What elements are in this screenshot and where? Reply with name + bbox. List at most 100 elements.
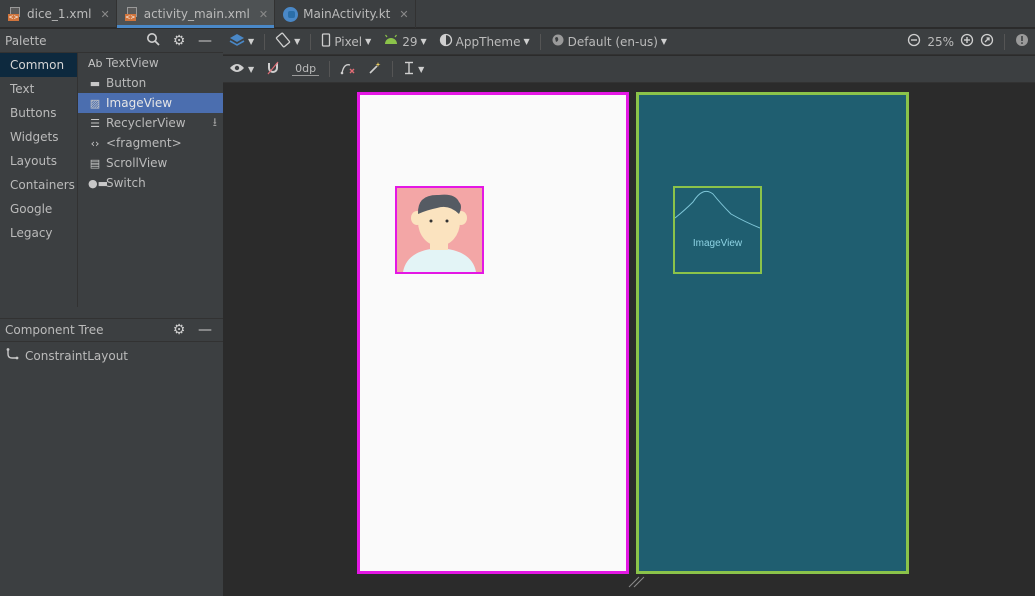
zoom-out-icon[interactable]	[907, 33, 921, 50]
widget-switch[interactable]: ●▬ Switch	[78, 173, 223, 193]
imageview-avatar[interactable]	[395, 186, 484, 274]
palette-header: Palette ⚙ —	[0, 29, 223, 53]
warnings-button[interactable]	[1009, 29, 1035, 54]
clear-constraints-icon	[340, 61, 356, 78]
design-toolbar: ▼ ▼ Pixel ▼ 29 ▼ AppTheme ▼ Default (en-…	[223, 29, 1035, 55]
tab-activity-main-xml[interactable]: <> activity_main.xml ✕	[116, 0, 276, 28]
widget-scrollview[interactable]: ▤ ScrollView	[78, 153, 223, 173]
component-tree-header: Component Tree ⚙ —	[0, 318, 223, 342]
tab-label: dice_1.xml	[27, 7, 92, 21]
category-google[interactable]: Google	[0, 197, 77, 221]
layout-toolbar: ▼ 0dp ▼	[223, 56, 1035, 83]
tree-item-label: ConstraintLayout	[25, 349, 129, 363]
blueprint-view[interactable]: ImageView	[636, 92, 909, 574]
view-options-button[interactable]: ▼	[223, 56, 260, 82]
chevron-down-icon: ▼	[523, 37, 530, 46]
gear-icon[interactable]: ⚙	[166, 322, 192, 338]
divider	[539, 33, 541, 50]
search-icon[interactable]	[140, 32, 166, 50]
xml-file-icon: <>	[124, 6, 139, 22]
widget-label: Button	[106, 76, 147, 90]
tab-mainactivity-kt[interactable]: MainActivity.kt ✕	[275, 0, 416, 28]
constraint-layout-icon	[6, 348, 19, 364]
textview-icon: Ab	[88, 56, 103, 70]
chevron-down-icon: ▼	[660, 37, 668, 46]
tab-label: MainActivity.kt	[303, 7, 391, 21]
component-tree-title: Component Tree	[5, 323, 104, 337]
locale-selector[interactable]: Default (en-us) ▼	[545, 29, 673, 54]
divider	[1004, 33, 1005, 50]
button-icon: ▬	[89, 76, 101, 90]
minimize-icon[interactable]: —	[192, 33, 218, 49]
design-view[interactable]	[357, 92, 629, 574]
category-legacy[interactable]: Legacy	[0, 221, 77, 245]
infer-constraints-button[interactable]	[362, 56, 388, 82]
magnet-icon	[266, 61, 280, 78]
divider	[264, 33, 266, 50]
recyclerview-icon: ☰	[90, 116, 100, 130]
widget-imageview[interactable]: ▨ ImageView	[78, 93, 223, 113]
category-buttons[interactable]: Buttons	[0, 101, 77, 125]
category-widgets[interactable]: Widgets	[0, 125, 77, 149]
chevron-down-icon: ▼	[420, 37, 427, 46]
device-selector[interactable]: Pixel ▼	[315, 29, 377, 54]
globe-icon	[551, 33, 565, 50]
guidelines-button[interactable]: ▼	[397, 56, 430, 82]
orientation-button[interactable]: ▼	[269, 29, 306, 54]
chevron-down-icon: ▼	[248, 64, 255, 74]
widget-label: ImageView	[106, 96, 173, 110]
guideline-icon	[403, 61, 415, 78]
editor-tabs: <> dice_1.xml ✕ <> activity_main.xml ✕ M…	[0, 0, 1035, 28]
category-layouts[interactable]: Layouts	[0, 149, 77, 173]
gear-icon[interactable]: ⚙	[166, 33, 192, 49]
widget-recyclerview[interactable]: ☰ RecyclerView ⭳	[78, 113, 223, 133]
tab-dice-1-xml[interactable]: <> dice_1.xml ✕	[0, 0, 117, 28]
chevron-down-icon: ▼	[418, 64, 425, 74]
autoconnect-toggle[interactable]	[260, 56, 286, 82]
zoom-to-fit-icon[interactable]	[980, 33, 994, 50]
api-level-label: 29	[402, 34, 418, 49]
default-margin[interactable]: 0dp	[286, 56, 325, 82]
palette-widgets: Ab TextView ▬ Button ▨ ImageView ☰ Recyc…	[77, 53, 223, 307]
tree-item-constraintlayout[interactable]: ConstraintLayout	[6, 348, 128, 364]
zoom-controls: 25%	[901, 29, 1000, 54]
blueprint-image-icon	[675, 190, 760, 229]
warning-icon	[1015, 33, 1029, 50]
xml-file-icon: <>	[8, 6, 22, 22]
zoom-in-icon[interactable]	[960, 33, 974, 50]
left-panel: Palette ⚙ — Common Text Buttons Widgets …	[0, 29, 223, 596]
avatar-image	[397, 188, 482, 272]
clear-constraints-button[interactable]	[334, 56, 362, 82]
design-surface-button[interactable]: ▼	[223, 29, 260, 54]
download-icon[interactable]: ⭳	[213, 113, 217, 134]
widget-button[interactable]: ▬ Button	[78, 73, 223, 93]
blueprint-imageview-label: ImageView	[692, 238, 743, 249]
resize-handle-icon[interactable]	[627, 576, 645, 591]
category-text[interactable]: Text	[0, 77, 77, 101]
blueprint-imageview[interactable]: ImageView	[673, 186, 762, 274]
tab-label: activity_main.xml	[143, 7, 250, 21]
category-common[interactable]: Common	[0, 53, 77, 77]
switch-icon: ●▬	[88, 176, 108, 190]
widget-label: TextView	[106, 56, 159, 70]
close-icon[interactable]: ✕	[101, 8, 110, 21]
widget-label: RecyclerView	[106, 116, 186, 130]
fragment-icon: ‹›	[90, 136, 100, 150]
minimize-icon[interactable]: —	[192, 322, 218, 338]
palette-title: Palette	[5, 33, 47, 48]
magic-wand-icon	[368, 61, 382, 78]
theme-label: AppTheme	[455, 34, 521, 49]
close-icon[interactable]: ✕	[399, 8, 408, 21]
design-canvas[interactable]: ImageView	[223, 84, 1035, 596]
eye-icon	[229, 62, 245, 77]
device-label: Pixel	[334, 34, 363, 49]
widget-label: Switch	[106, 176, 146, 190]
api-level-selector[interactable]: 29 ▼	[377, 29, 432, 54]
theme-selector[interactable]: AppTheme ▼	[433, 29, 536, 54]
widget-fragment[interactable]: ‹› <fragment>	[78, 133, 223, 153]
category-containers[interactable]: Containers	[0, 173, 77, 197]
close-icon[interactable]: ✕	[259, 8, 268, 21]
widget-textview[interactable]: Ab TextView	[78, 53, 223, 73]
zoom-level: 25%	[927, 34, 954, 49]
divider	[310, 33, 312, 50]
